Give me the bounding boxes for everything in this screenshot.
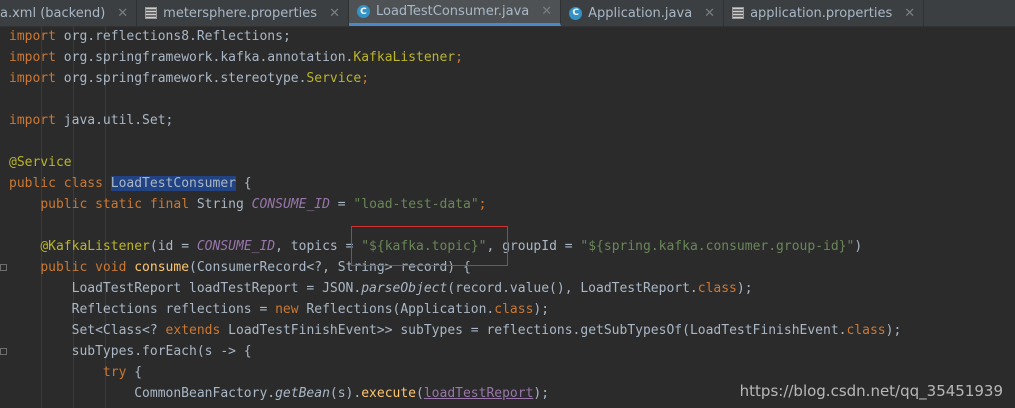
tab-load-test-consumer[interactable]: C LoadTestConsumer.java ✕ <box>348 0 562 26</box>
close-icon[interactable]: ✕ <box>541 4 552 19</box>
tab-label: Application.java <box>588 5 693 21</box>
code-line: public static final String CONSUME_ID = … <box>40 197 487 212</box>
fold-marker-icon[interactable] <box>0 264 7 271</box>
fold-marker-icon[interactable] <box>0 348 7 355</box>
tab-label: metersphere.properties <box>163 5 318 21</box>
close-icon[interactable]: ✕ <box>117 6 128 21</box>
code-line: import org.springframework.kafka.annotat… <box>9 50 463 65</box>
close-icon[interactable]: ✕ <box>329 6 340 21</box>
java-class-icon: C <box>569 6 583 20</box>
tab-metersphere-properties[interactable]: metersphere.properties ✕ <box>137 0 349 26</box>
code-line: import org.springframework.stereotype.Se… <box>9 71 370 86</box>
tab-label: application.properties <box>750 5 893 21</box>
close-icon[interactable]: ✕ <box>704 6 715 21</box>
watermark: https://blog.csdn.net/qq_35451939 <box>739 382 1003 400</box>
code-editor[interactable]: import org.reflections8.Reflections; imp… <box>0 26 1015 408</box>
close-icon[interactable]: ✕ <box>904 6 915 21</box>
properties-file-icon <box>732 7 745 19</box>
tab-label: LoadTestConsumer.java <box>375 4 530 19</box>
java-class-icon: C <box>356 5 370 18</box>
code-line: Reflections reflections = new Reflection… <box>9 302 550 317</box>
code-line: try { <box>102 365 143 380</box>
tab-application-properties[interactable]: application.properties ✕ <box>724 0 925 26</box>
properties-file-icon <box>145 7 158 19</box>
code-line: @Service <box>9 155 72 170</box>
editor-tab-bar: a.xml (backend) ✕ metersphere.properties… <box>0 0 1015 27</box>
code-line: import org.reflections8.Reflections; <box>9 29 291 44</box>
code-line: public class LoadTestConsumer { <box>9 176 252 191</box>
code-line: subTypes.forEach(s -> { <box>0 341 1015 362</box>
tab-pom-xml[interactable]: a.xml (backend) ✕ <box>0 0 138 26</box>
tab-label: a.xml (backend) <box>0 5 106 21</box>
code-line: import java.util.Set; <box>9 113 174 128</box>
code-line: LoadTestReport loadTestReport = JSON.par… <box>9 281 753 296</box>
code-line: @KafkaListener(id = CONSUME_ID, topics =… <box>40 239 863 254</box>
class-name-highlight: LoadTestConsumer <box>110 176 236 191</box>
tab-application-java[interactable]: C Application.java ✕ <box>561 0 725 26</box>
code-line: public void consume(ConsumerRecord<?, St… <box>0 257 1015 278</box>
code-line: Set<Class<? extends LoadTestFinishEvent>… <box>9 323 902 338</box>
